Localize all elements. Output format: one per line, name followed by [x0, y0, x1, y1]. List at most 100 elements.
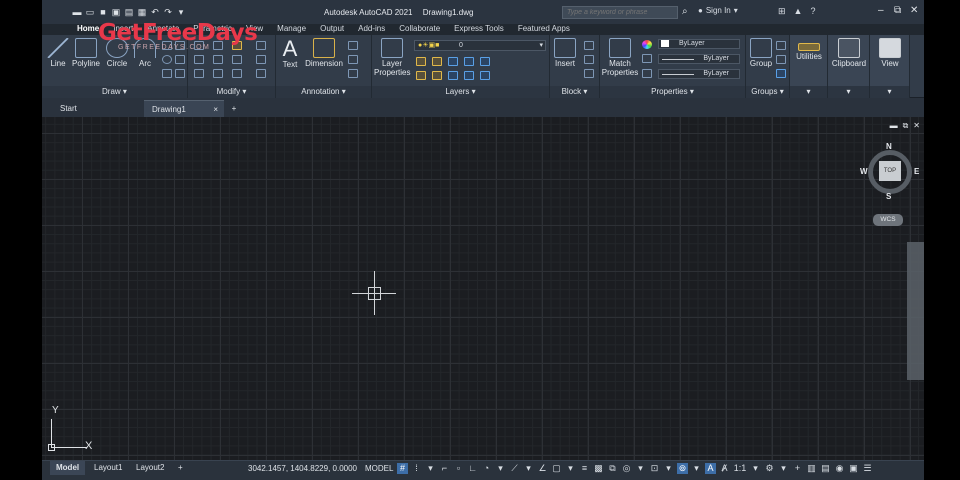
- chevron-down-icon[interactable]: ▾: [495, 463, 506, 474]
- layer-tool-icon[interactable]: [432, 71, 442, 80]
- mirror-icon[interactable]: [213, 55, 223, 64]
- group-edit-icon[interactable]: [776, 55, 786, 64]
- utilities-expand[interactable]: ▾: [790, 86, 827, 98]
- tab-start[interactable]: Start: [52, 100, 144, 117]
- clipboard-panel[interactable]: Clipboard ▾: [828, 35, 870, 98]
- chevron-down-icon[interactable]: ▾: [523, 463, 534, 474]
- layer-tool-icon[interactable]: [480, 71, 490, 80]
- quick-properties-icon[interactable]: ▤: [820, 463, 831, 474]
- graphics-performance-icon[interactable]: ◉: [834, 463, 845, 474]
- fillet-icon[interactable]: [232, 55, 242, 64]
- wcs-menu[interactable]: WCS: [873, 214, 903, 226]
- compass-north[interactable]: N: [886, 142, 892, 151]
- layer-tool-icon[interactable]: [432, 57, 442, 66]
- tab-drawing1[interactable]: Drawing1 ×: [144, 100, 224, 117]
- object-snap-icon[interactable]: ▢: [551, 463, 562, 474]
- tab-add-ins[interactable]: Add-ins: [351, 22, 392, 35]
- color-dropdown[interactable]: ByLayer: [658, 39, 740, 49]
- layout-tab-model[interactable]: Model: [50, 461, 86, 475]
- text-button[interactable]: A Text: [278, 38, 302, 70]
- drawing-canvas[interactable]: ▬ ⧉ ✕ TOP N S E W WCS X Y: [42, 117, 924, 460]
- layer-tool-icon[interactable]: [480, 57, 490, 66]
- ellipse-icon[interactable]: [162, 55, 172, 64]
- grid-icon[interactable]: #: [397, 463, 408, 474]
- lineweight-toggle-icon[interactable]: ≡: [579, 463, 590, 474]
- layout-tab-layout2[interactable]: Layout2: [130, 461, 170, 475]
- ortho-icon[interactable]: ∟: [467, 463, 478, 474]
- layout-tab-layout1[interactable]: Layout1: [88, 461, 128, 475]
- transparency-icon[interactable]: ▩: [593, 463, 604, 474]
- compass-west[interactable]: W: [860, 167, 868, 176]
- layers-panel-label[interactable]: Layers ▾: [372, 86, 549, 98]
- object-snap-tracking-icon[interactable]: ∠: [537, 463, 548, 474]
- annotation-visibility-icon[interactable]: A: [705, 463, 716, 474]
- selection-cycling-icon[interactable]: ⧉: [607, 463, 618, 474]
- new-tab-button[interactable]: +: [224, 100, 244, 117]
- tab-featured-apps[interactable]: Featured Apps: [511, 22, 577, 35]
- chevron-down-icon[interactable]: ▾: [635, 463, 646, 474]
- model-space-button[interactable]: MODEL: [365, 464, 393, 473]
- offset-icon[interactable]: [256, 69, 266, 78]
- navigation-bar[interactable]: [907, 242, 924, 380]
- tab-express-tools[interactable]: Express Tools: [447, 22, 511, 35]
- ungroup-icon[interactable]: [776, 41, 786, 50]
- snap-icon[interactable]: ⁞: [411, 463, 422, 474]
- dimension-button[interactable]: Dimension: [304, 38, 344, 68]
- search-icon[interactable]: ⌕: [682, 6, 688, 17]
- chevron-down-icon[interactable]: ▾: [691, 463, 702, 474]
- close-icon[interactable]: ✕: [910, 5, 918, 16]
- search-input[interactable]: [562, 6, 678, 19]
- tab-output[interactable]: Output: [313, 22, 351, 35]
- open-file-icon[interactable]: ▭: [85, 7, 95, 17]
- block-panel-label[interactable]: Block ▾: [550, 86, 599, 98]
- dynamic-input-icon[interactable]: ▫: [453, 463, 464, 474]
- infer-constraints-icon[interactable]: ⌐: [439, 463, 450, 474]
- layer-tool-icon[interactable]: [416, 71, 426, 80]
- save-as-icon[interactable]: ▣: [111, 7, 121, 17]
- close-tab-icon[interactable]: ×: [213, 101, 218, 118]
- hatch-icon[interactable]: [162, 69, 172, 78]
- chevron-down-icon[interactable]: ▾: [750, 463, 761, 474]
- boundary-icon[interactable]: [175, 69, 185, 78]
- properties-panel-label[interactable]: Properties ▾: [600, 86, 745, 98]
- restore-viewport-icon[interactable]: ⧉: [903, 121, 909, 131]
- clean-screen-icon[interactable]: ▣: [848, 463, 859, 474]
- undo-icon[interactable]: ↶: [150, 7, 160, 17]
- annotation-scale-label[interactable]: 1:1: [733, 463, 747, 474]
- save-icon[interactable]: ■: [98, 7, 108, 17]
- minimize-icon[interactable]: –: [878, 5, 884, 16]
- new-file-icon[interactable]: ▬: [72, 7, 82, 17]
- workspace-gear-icon[interactable]: ⚙: [764, 463, 775, 474]
- viewcube-top-face[interactable]: TOP: [879, 161, 901, 181]
- group-button[interactable]: Group: [748, 38, 774, 68]
- tab-manage[interactable]: Manage: [270, 22, 313, 35]
- chevron-down-icon[interactable]: ▾: [425, 463, 436, 474]
- compass-east[interactable]: E: [914, 167, 919, 176]
- chevron-down-icon[interactable]: ▾: [565, 463, 576, 474]
- groups-panel-label[interactable]: Groups ▾: [746, 86, 789, 98]
- clipboard-expand[interactable]: ▾: [828, 86, 869, 98]
- tab-collaborate[interactable]: Collaborate: [392, 22, 447, 35]
- gradient-icon[interactable]: [175, 55, 185, 64]
- modify-panel-label[interactable]: Modify ▾: [188, 86, 275, 98]
- copy-icon[interactable]: [194, 55, 204, 64]
- table-grid-icon[interactable]: [348, 69, 358, 78]
- web-icon[interactable]: ▤: [124, 7, 134, 17]
- layer-properties-button[interactable]: Layer Properties: [374, 38, 410, 77]
- create-block-icon[interactable]: [584, 41, 594, 50]
- line-button[interactable]: Line: [46, 38, 70, 68]
- add-layout-button[interactable]: +: [172, 461, 189, 475]
- 3d-osnap-icon[interactable]: ◎: [621, 463, 632, 474]
- close-viewport-icon[interactable]: ✕: [913, 121, 920, 131]
- isodraft-icon[interactable]: ⟋: [509, 463, 520, 474]
- compass-south[interactable]: S: [886, 192, 891, 201]
- edit-block-icon[interactable]: [584, 55, 594, 64]
- cart-icon[interactable]: ⊞: [778, 6, 786, 17]
- viewcube[interactable]: TOP N S E W: [860, 142, 919, 201]
- coordinate-readout[interactable]: 3042.1457, 1404.8229, 0.0000: [248, 464, 357, 473]
- group-select-icon[interactable]: [776, 69, 786, 78]
- annotation-panel-label[interactable]: Annotation ▾: [276, 86, 371, 98]
- auto-scale-icon[interactable]: Ⱥ: [719, 463, 730, 474]
- stretch-icon[interactable]: [194, 69, 204, 78]
- scale-icon[interactable]: [213, 69, 223, 78]
